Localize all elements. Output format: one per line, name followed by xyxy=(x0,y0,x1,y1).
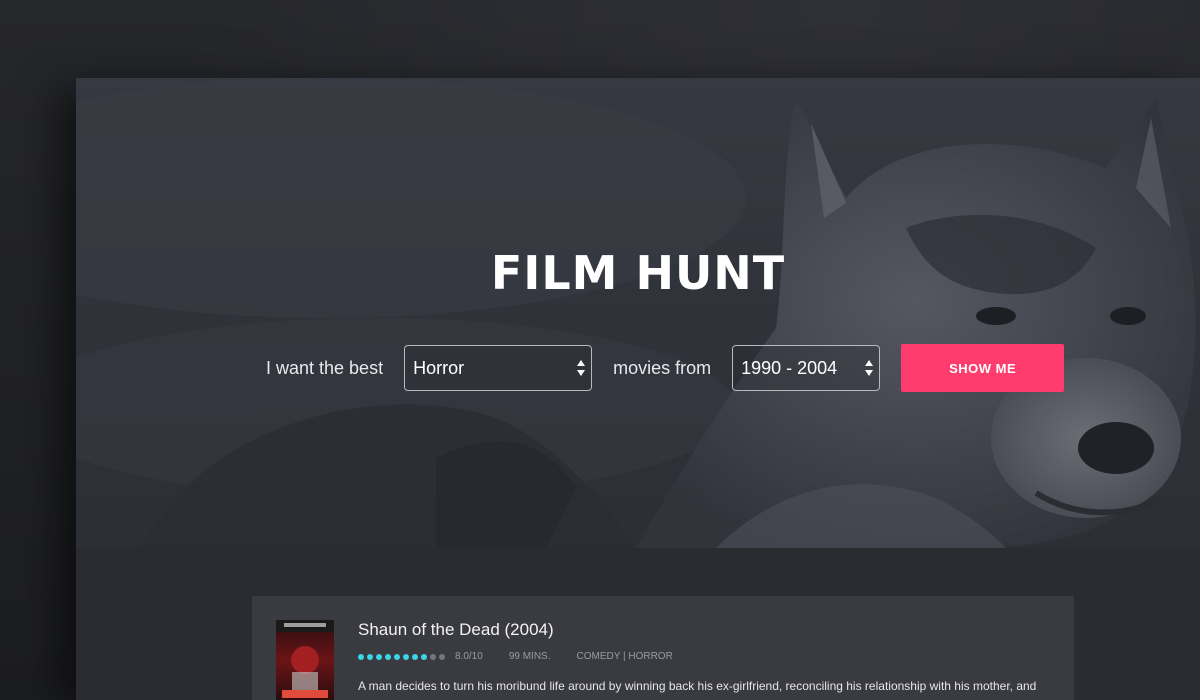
app-window: FILM HUNT I want the best Horror movies … xyxy=(76,78,1200,700)
genre-select-value: Horror xyxy=(413,357,465,378)
film-card[interactable]: Shaun of the Dead (2004) 8.0/10 99 MINS.… xyxy=(252,596,1074,700)
up-down-arrows-icon xyxy=(577,360,586,376)
film-meta: 8.0/10 99 MINS. COMEDY | HORROR xyxy=(358,651,699,662)
show-me-button[interactable]: SHOW ME xyxy=(901,344,1065,392)
prefix-label: I want the best xyxy=(266,357,384,378)
star-icon xyxy=(367,653,373,660)
results-section: Shaun of the Dead (2004) 8.0/10 99 MINS.… xyxy=(76,548,1200,700)
husky-photo xyxy=(76,78,1200,548)
up-down-arrows-icon xyxy=(865,360,874,376)
star-icon xyxy=(385,653,391,660)
star-icon xyxy=(403,653,409,660)
star-icon xyxy=(358,653,364,660)
search-form: I want the best Horror movies from 1990 … xyxy=(266,343,1065,393)
star-icon xyxy=(421,653,427,660)
app-title: FILM HUNT xyxy=(490,246,786,300)
star-icon xyxy=(439,653,445,660)
star-icon xyxy=(376,653,382,660)
poster-art xyxy=(276,620,334,698)
film-description: A man decides to turn his moribund life … xyxy=(358,679,1037,693)
genre-select[interactable]: Horror xyxy=(404,345,593,391)
star-icon xyxy=(394,653,400,660)
hero-banner: FILM HUNT I want the best Horror movies … xyxy=(76,78,1200,548)
years-select-value: 1990 - 2004 xyxy=(741,357,838,378)
star-icon xyxy=(430,653,436,660)
rating-text: 8.0/10 xyxy=(455,651,483,662)
star-icon xyxy=(412,653,418,660)
middle-label: movies from xyxy=(613,357,712,378)
film-poster xyxy=(276,620,334,700)
years-select[interactable]: 1990 - 2004 xyxy=(732,345,881,391)
runtime: 99 MINS. xyxy=(508,651,551,662)
film-title[interactable]: Shaun of the Dead (2004) xyxy=(358,620,554,640)
genres: COMEDY | HORROR xyxy=(576,651,673,662)
rating-stars xyxy=(358,653,445,660)
